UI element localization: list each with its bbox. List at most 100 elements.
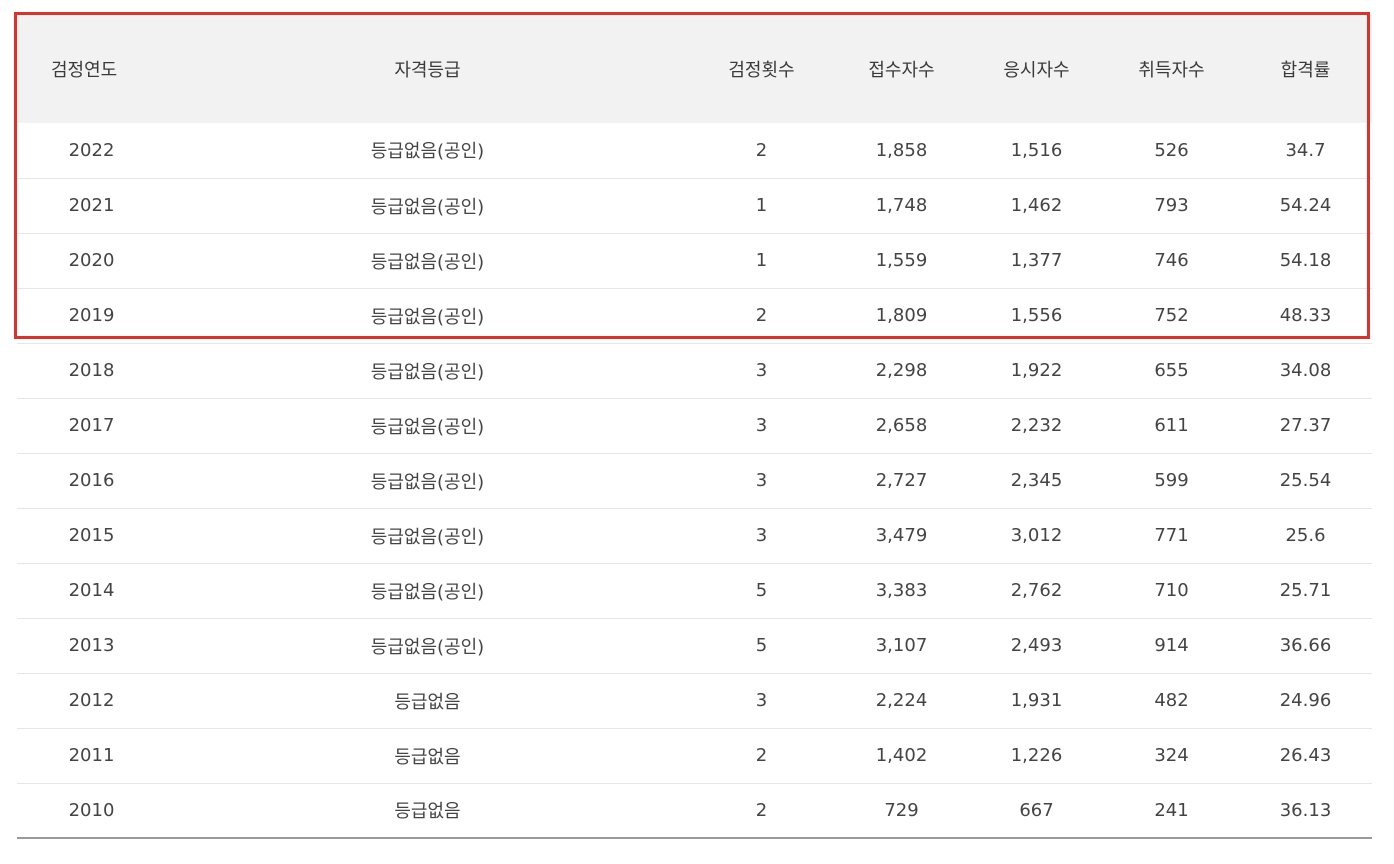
- cell-grade: 등급없음(공인): [370, 196, 485, 218]
- table-row: 2011 등급없음 2 1,402 1,226 324 26.43: [17, 728, 1372, 783]
- cell-acquirers: 752: [1154, 305, 1189, 326]
- cell-pass-rate: 36.66: [1279, 635, 1332, 656]
- table-row: 2021 등급없음(공인) 1 1,748 1,462 793 54.24: [17, 178, 1372, 233]
- cell-exam-year: 2021: [68, 195, 115, 216]
- cell-applicants: 1,809: [875, 305, 928, 326]
- cell-acquirers: 482: [1154, 690, 1189, 711]
- table-row: 2017 등급없음(공인) 3 2,658 2,232 611 27.37: [17, 398, 1372, 453]
- cell-examinees: 1,556: [1010, 305, 1063, 326]
- table-row: 2013 등급없음(공인) 5 3,107 2,493 914 36.66: [17, 618, 1372, 673]
- cell-acquirers: 599: [1154, 470, 1189, 491]
- cell-examinees: 1,377: [1010, 250, 1063, 271]
- cell-acquirers: 771: [1154, 525, 1189, 546]
- cell-pass-rate: 34.7: [1285, 139, 1326, 161]
- header-exam-year: 검정연도: [51, 60, 118, 81]
- cell-applicants: 2,658: [875, 415, 928, 436]
- cell-exam-year: 2012: [68, 690, 115, 711]
- cell-pass-rate: 26.43: [1279, 745, 1332, 766]
- cell-examinees: 2,493: [1010, 635, 1063, 656]
- cell-examinees: 1,922: [1010, 360, 1063, 381]
- cell-acquirers: 611: [1154, 415, 1189, 436]
- table-row: 2010 등급없음 2 729 667 241 36.13: [17, 783, 1372, 838]
- cell-exam-count: 3: [755, 690, 768, 711]
- table-row: 2019 등급없음(공인) 2 1,809 1,556 752 48.33: [17, 288, 1372, 343]
- cell-exam-count: 2: [755, 305, 768, 326]
- cell-pass-rate: 25.71: [1279, 580, 1332, 601]
- cell-acquirers: 746: [1154, 250, 1189, 271]
- cell-exam-count: 3: [755, 470, 768, 491]
- cell-grade: 등급없음(공인): [370, 361, 485, 383]
- cell-grade: 등급없음(공인): [370, 581, 485, 603]
- cell-exam-count: 1: [755, 195, 768, 216]
- cell-examinees: 1,931: [1010, 690, 1063, 711]
- table-header: 검정연도 자격등급 검정횟수 접수자수 응시자수 취득자수 합격률: [17, 15, 1372, 123]
- cell-acquirers: 241: [1154, 799, 1189, 821]
- cell-grade: 등급없음: [394, 746, 461, 768]
- cell-examinees: 1,226: [1010, 745, 1063, 766]
- cell-examinees: 667: [1019, 799, 1054, 821]
- table-row: 2012 등급없음 3 2,224 1,931 482 24.96: [17, 673, 1372, 728]
- cell-examinees: 3,012: [1010, 525, 1063, 546]
- cell-pass-rate: 27.37: [1279, 415, 1332, 436]
- cell-pass-rate: 54.18: [1279, 250, 1332, 271]
- cell-pass-rate: 25.54: [1279, 470, 1332, 491]
- cell-applicants: 3,107: [875, 635, 928, 656]
- cell-acquirers: 655: [1154, 360, 1189, 381]
- cell-grade: 등급없음(공인): [370, 636, 485, 658]
- cell-pass-rate: 48.33: [1279, 305, 1332, 326]
- cell-exam-year: 2014: [68, 580, 115, 601]
- cell-grade: 등급없음(공인): [370, 471, 485, 493]
- cell-exam-count: 5: [755, 580, 768, 601]
- cell-exam-count: 3: [755, 360, 768, 381]
- cell-pass-rate: 36.13: [1279, 799, 1332, 821]
- cell-examinees: 2,232: [1010, 415, 1063, 436]
- cell-acquirers: 710: [1154, 580, 1189, 601]
- table-row: 2022 등급없음(공인) 2 1,858 1,516 526 34.7: [17, 123, 1372, 178]
- cell-applicants: 2,224: [875, 690, 928, 711]
- cell-pass-rate: 34.08: [1279, 360, 1332, 381]
- cell-exam-count: 3: [755, 525, 768, 546]
- cell-applicants: 729: [884, 799, 919, 821]
- table-body: 2022 등급없음(공인) 2 1,858 1,516 526 34.7 2021 등급없음(공…: [17, 123, 1372, 838]
- header-grade: 자격등급: [394, 60, 461, 81]
- cell-applicants: 3,383: [875, 580, 928, 601]
- cell-grade: 등급없음(공인): [370, 526, 485, 548]
- exam-statistics-table: 검정연도 자격등급 검정횟수 접수자수 응시자수 취득자수 합격률 2022 등급…: [17, 15, 1372, 839]
- cell-applicants: 1,559: [875, 250, 928, 271]
- cell-examinees: 1,462: [1010, 195, 1063, 216]
- table-row: 2016 등급없음(공인) 3 2,727 2,345 599 25.54: [17, 453, 1372, 508]
- cell-grade: 등급없음(공인): [370, 141, 485, 163]
- cell-exam-count: 2: [755, 799, 768, 821]
- cell-applicants: 2,727: [875, 470, 928, 491]
- cell-applicants: 1,858: [875, 139, 928, 161]
- header-pass-rate: 합격률: [1280, 60, 1331, 81]
- cell-exam-year: 2017: [68, 415, 115, 436]
- cell-pass-rate: 25.6: [1285, 525, 1326, 546]
- cell-grade: 등급없음(공인): [370, 306, 485, 328]
- cell-exam-count: 2: [755, 139, 768, 161]
- cell-exam-count: 5: [755, 635, 768, 656]
- table-row: 2018 등급없음(공인) 3 2,298 1,922 655 34.08: [17, 343, 1372, 398]
- cell-applicants: 1,748: [875, 195, 928, 216]
- table-row: 2020 등급없음(공인) 1 1,559 1,377 746 54.18: [17, 233, 1372, 288]
- header-acquirers: 취득자수: [1138, 60, 1205, 81]
- cell-grade: 등급없음(공인): [370, 251, 485, 273]
- header-exam-count: 검정횟수: [728, 60, 795, 81]
- table-row: 2014 등급없음(공인) 5 3,383 2,762 710 25.71: [17, 563, 1372, 618]
- cell-grade: 등급없음: [394, 691, 461, 713]
- cell-exam-year: 2016: [68, 470, 115, 491]
- cell-pass-rate: 24.96: [1279, 690, 1332, 711]
- cell-exam-year: 2018: [68, 360, 115, 381]
- cell-examinees: 1,516: [1010, 139, 1063, 161]
- cell-acquirers: 324: [1154, 745, 1189, 766]
- cell-applicants: 3,479: [875, 525, 928, 546]
- header-applicants: 접수자수: [868, 60, 935, 81]
- cell-acquirers: 793: [1154, 195, 1189, 216]
- cell-grade: 등급없음(공인): [370, 416, 485, 438]
- cell-examinees: 2,762: [1010, 580, 1063, 601]
- cell-examinees: 2,345: [1010, 470, 1063, 491]
- header-examinees: 응시자수: [1003, 60, 1070, 81]
- cell-exam-year: 2020: [68, 250, 115, 271]
- cell-exam-year: 2013: [68, 635, 115, 656]
- cell-exam-year: 2011: [68, 745, 115, 766]
